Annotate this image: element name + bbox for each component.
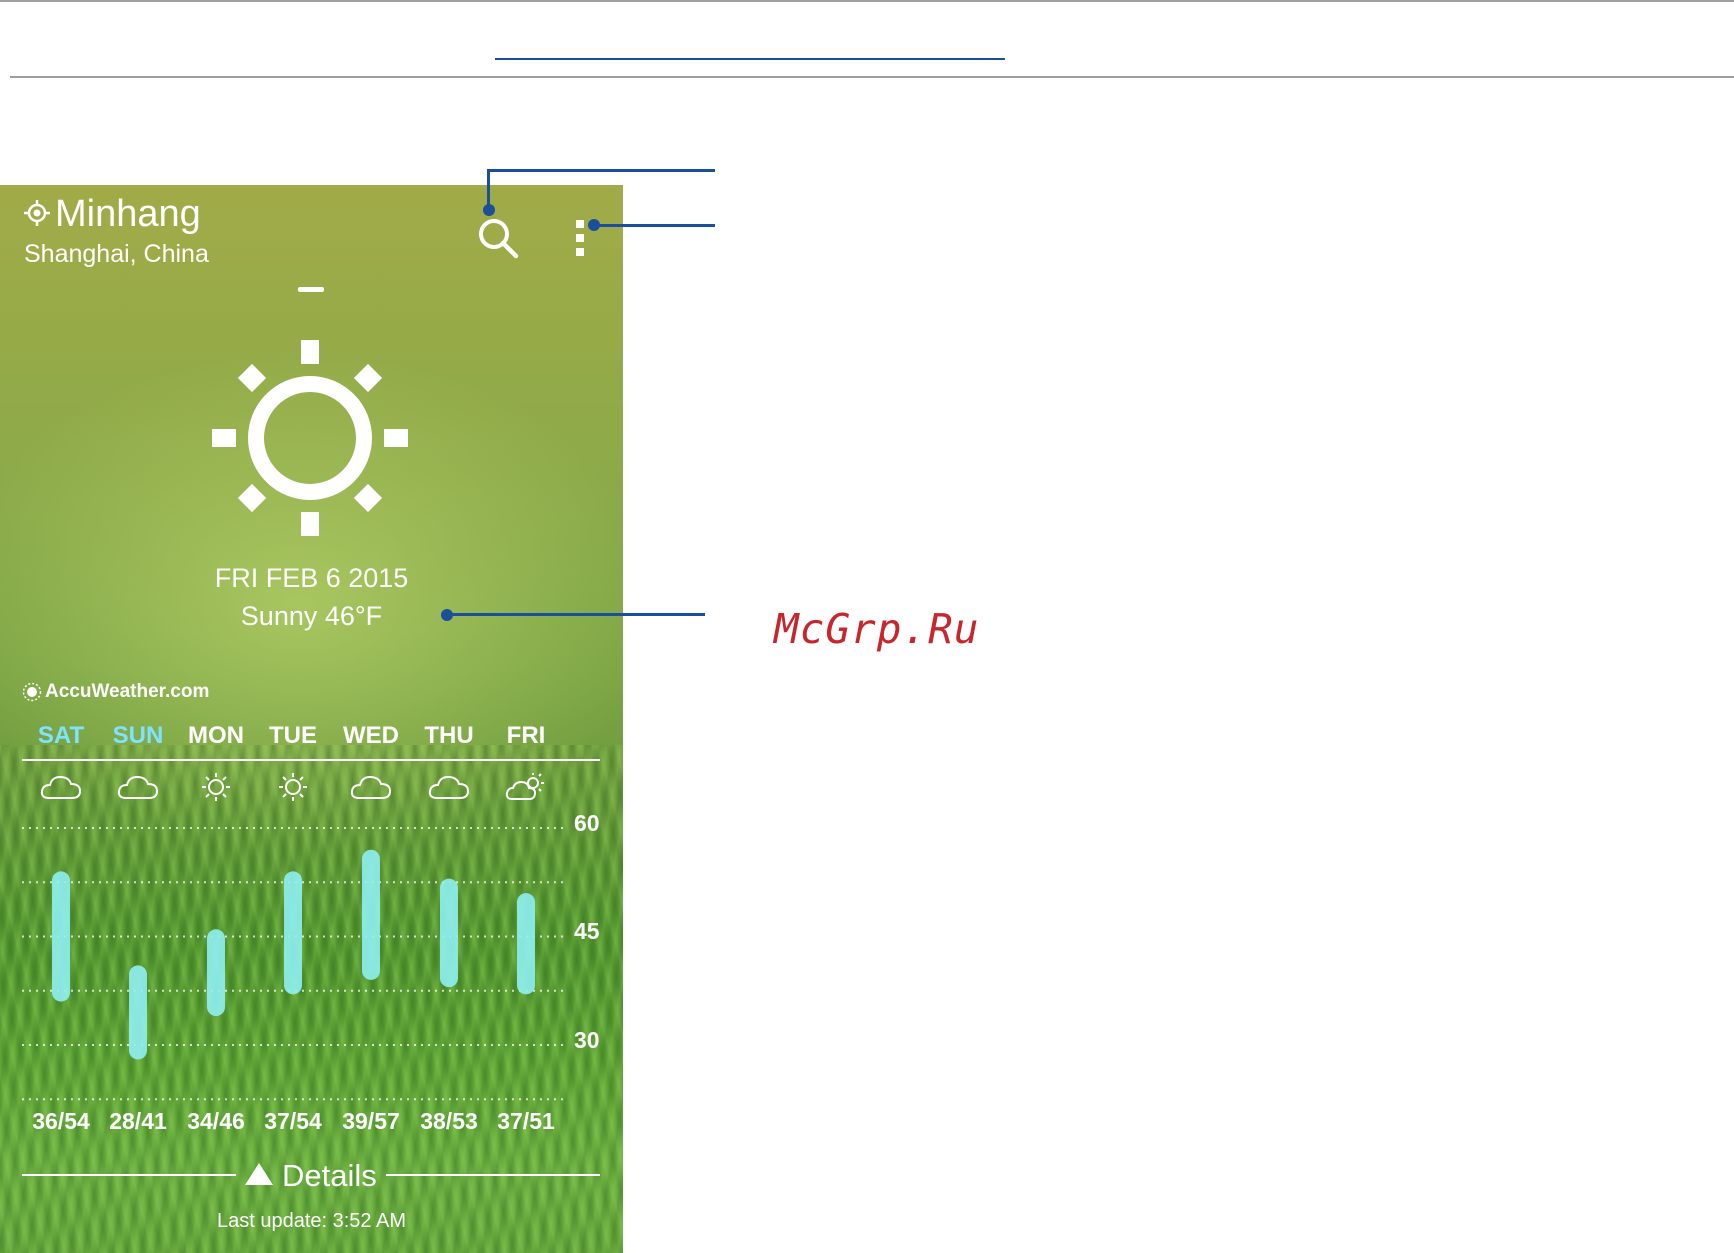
accuweather-logo-icon (22, 682, 42, 702)
header-link-underline (495, 58, 1005, 60)
overflow-menu-icon[interactable] (574, 218, 586, 258)
partly-cloudy-icon (504, 772, 548, 802)
location-pin-icon (23, 199, 51, 227)
sun-icon (210, 338, 410, 538)
menu-callout-dot (588, 219, 600, 231)
search-icon[interactable] (476, 216, 520, 260)
menu-callout-line (594, 224, 715, 227)
forecast-temp-range: 37/51 (497, 1108, 555, 1134)
condition-callout-dot (441, 609, 453, 621)
city-name[interactable]: Minhang (55, 193, 201, 236)
top-rule (0, 0, 1734, 2)
forecast-day-fri[interactable]: FRI (491, 722, 561, 750)
current-date: FRI FEB 6 2015 (214, 563, 409, 593)
details-button[interactable]: Details (282, 1158, 377, 1194)
header-rule (10, 76, 1734, 78)
last-update: Last update: 3:52 AM (216, 1210, 407, 1232)
axis-tick-30: 30 (574, 1027, 600, 1053)
forecast-temp-range: 37/54 (264, 1108, 322, 1134)
sun-small-icon (271, 772, 315, 802)
sun-small-icon (194, 772, 238, 802)
search-callout-dot (483, 204, 495, 216)
cloud-icon (39, 772, 83, 802)
page-indicator (298, 287, 324, 292)
axis-tick-60: 60 (574, 810, 600, 836)
cloud-icon (349, 772, 393, 802)
watermark-text: McGrp.Ru (774, 605, 980, 653)
region-name: Shanghai, China (24, 240, 209, 268)
cloud-icon (116, 772, 160, 802)
forecast-day-sun[interactable]: SUN (103, 722, 173, 750)
day-divider (22, 759, 600, 761)
forecast-temp-range: 34/46 (187, 1108, 245, 1134)
forecast-day-mon[interactable]: MON (181, 722, 251, 750)
cloud-icon (427, 772, 471, 802)
forecast-temp-range: 38/53 (420, 1108, 478, 1134)
forecast-day-thu[interactable]: THU (414, 722, 484, 750)
details-left-line (22, 1174, 236, 1176)
current-condition: Sunny 46°F (240, 601, 383, 631)
provider-label[interactable]: AccuWeather.com (45, 681, 209, 703)
forecast-day-sat[interactable]: SAT (26, 722, 96, 750)
condition-callout-line (447, 613, 705, 616)
forecast-day-wed[interactable]: WED (336, 722, 406, 750)
axis-tick-45: 45 (574, 918, 600, 944)
search-callout-vertical (487, 169, 490, 209)
forecast-day-tue[interactable]: TUE (258, 722, 328, 750)
forecast-temp-range: 36/54 (32, 1108, 90, 1134)
search-callout-horizontal (487, 169, 715, 172)
details-up-arrow-icon[interactable] (244, 1162, 274, 1186)
details-right-line (386, 1174, 600, 1176)
forecast-temp-range: 28/41 (109, 1108, 167, 1134)
forecast-temp-range: 39/57 (342, 1108, 400, 1134)
